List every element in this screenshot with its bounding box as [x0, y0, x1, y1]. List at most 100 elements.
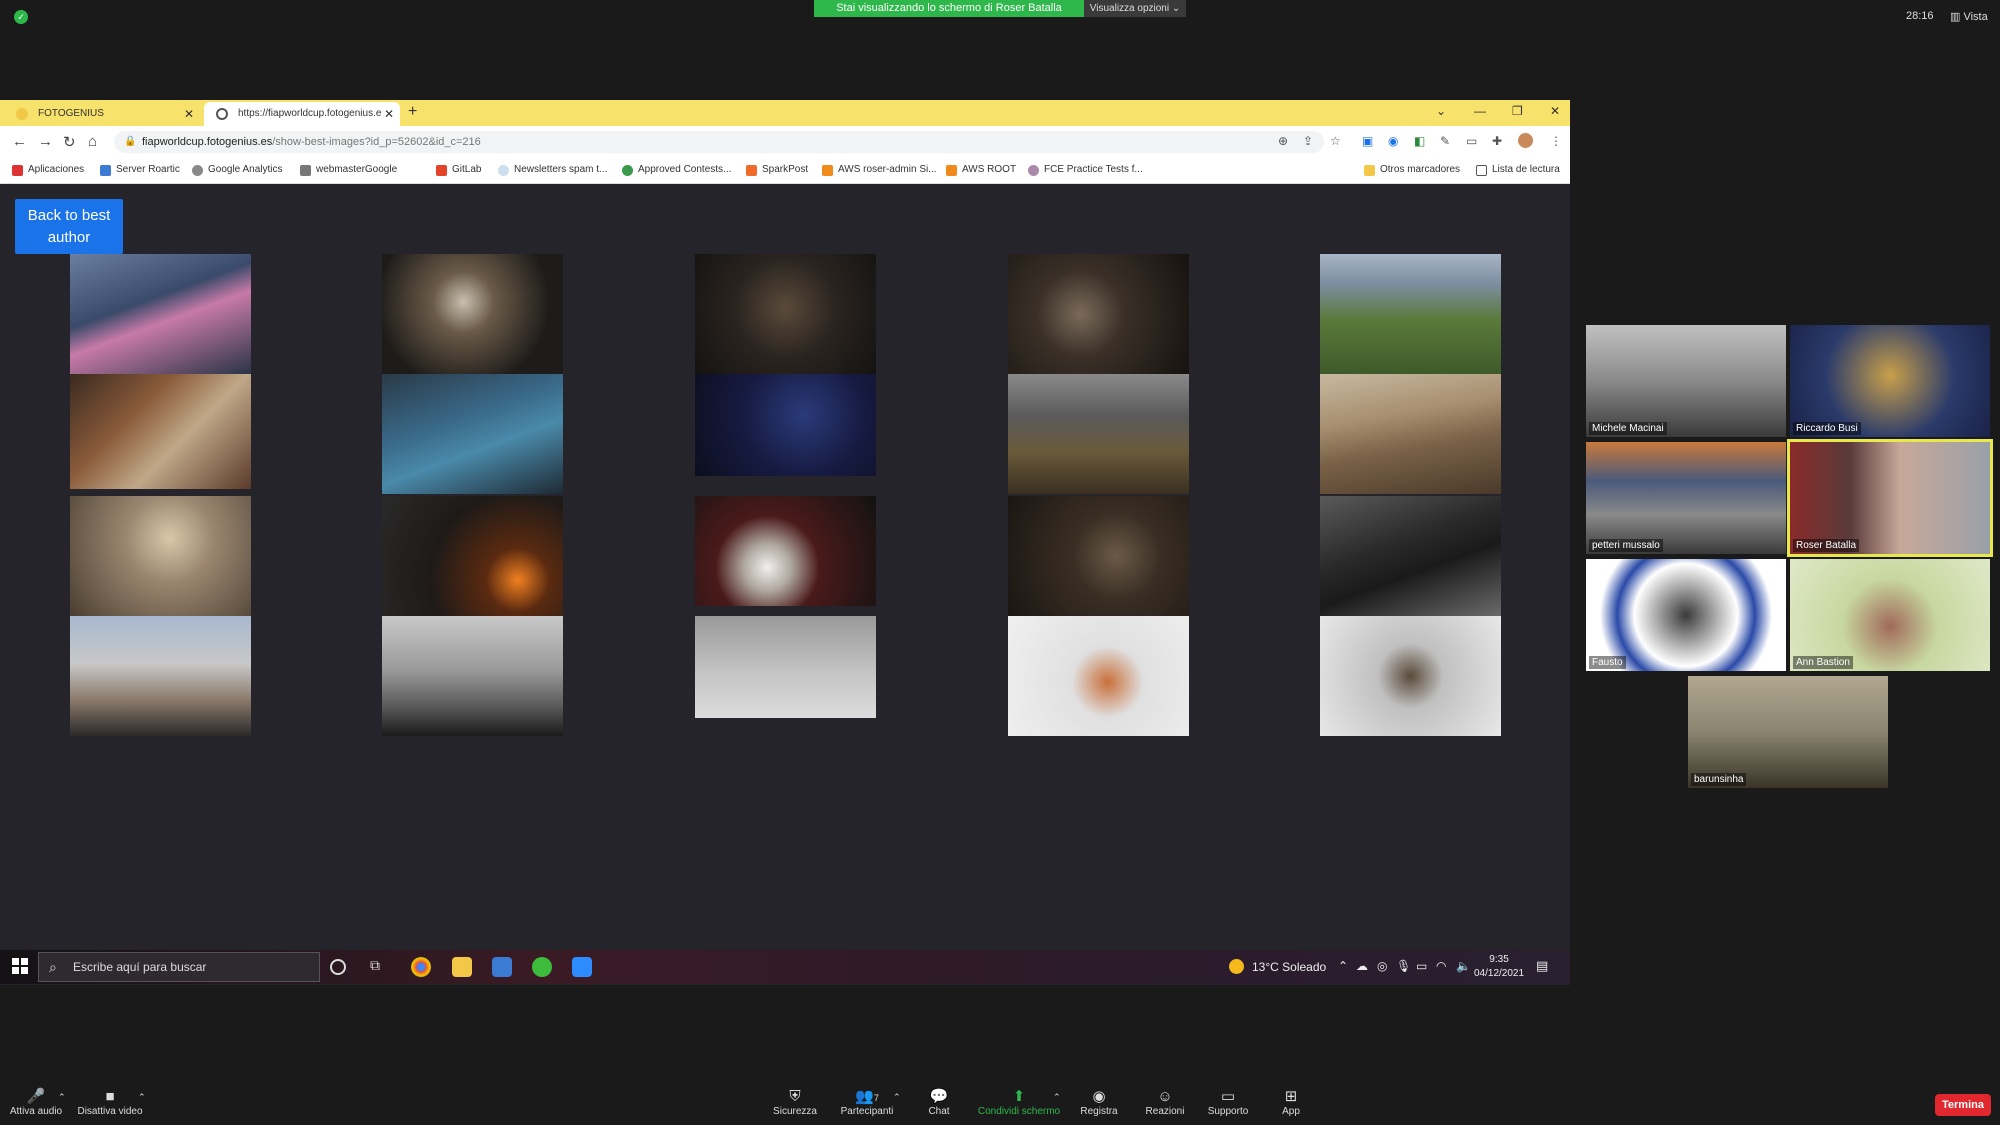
new-tab-plus-icon[interactable]: + [408, 103, 417, 121]
extension-icon[interactable]: ▣ [1362, 134, 1373, 148]
url-input[interactable]: 🔒 fiapworldcup.fotogenius.es/show-best-i… [114, 131, 1324, 153]
gallery-photo[interactable] [695, 374, 876, 476]
gallery-photo[interactable] [1320, 496, 1501, 616]
bookmark-aws-roser-admin[interactable]: AWS roser-admin Si... [822, 164, 937, 176]
tab-fiapworldcup[interactable]: https://fiapworldcup.fotogenius.e ✕ [204, 102, 400, 126]
gallery-photo[interactable] [1008, 254, 1189, 374]
back-to-best-author-button[interactable]: Back to best author [15, 199, 123, 254]
gallery-photo[interactable] [382, 616, 563, 736]
participant-tile[interactable]: Riccardo Busi [1790, 325, 1990, 437]
maximize-icon[interactable]: ❐ [1512, 104, 1523, 118]
url-path: /show-best-images?id_p=52602&id_c=216 [272, 136, 481, 148]
participant-name: Riccardo Busi [1793, 422, 1861, 435]
gallery-photo[interactable] [70, 254, 251, 374]
participant-tile[interactable]: Fausto [1586, 559, 1786, 671]
bookmark-webmaster-google[interactable]: webmasterGoogle [300, 164, 397, 176]
gallery-photo[interactable] [382, 374, 563, 494]
star-bookmark-icon[interactable]: ☆ [1330, 134, 1341, 148]
bookmark-gitlab[interactable]: GitLab [436, 164, 481, 176]
toolbar-label: Chat [928, 1106, 950, 1117]
battery-icon[interactable]: ▭ [1416, 959, 1427, 973]
bookmark-fce-practice[interactable]: FCE Practice Tests f... [1028, 164, 1143, 176]
gallery-photo[interactable] [382, 496, 563, 616]
chrome-icon[interactable] [411, 957, 431, 977]
gallery-photo[interactable] [695, 496, 876, 606]
participant-tile[interactable]: Ann Bastion [1790, 559, 1990, 671]
file-explorer-icon[interactable] [452, 957, 472, 977]
participant-tile[interactable]: barunsinha [1688, 676, 1888, 788]
close-window-icon[interactable]: ✕ [1550, 104, 1560, 118]
gallery-photo[interactable] [1008, 496, 1189, 616]
bookmark-aws-root[interactable]: AWS ROOT [946, 164, 1016, 176]
eyedropper-icon[interactable]: ✎ [1440, 134, 1450, 148]
home-icon[interactable]: ⌂ [88, 133, 97, 150]
close-icon[interactable]: ✕ [184, 102, 194, 126]
gallery-photo[interactable] [1008, 616, 1189, 736]
gallery-photo[interactable] [382, 254, 563, 374]
wifi-icon[interactable]: ◠ [1436, 959, 1446, 973]
app-icon[interactable] [532, 957, 552, 977]
more-menu-icon[interactable]: ⋮ [1550, 134, 1562, 148]
view-options-button[interactable]: Visualizza opzioni ⌄ [1084, 0, 1186, 17]
bookmark-apps[interactable]: Aplicaciones [12, 164, 84, 176]
view-button[interactable]: ▥ Vista [1950, 10, 1988, 23]
tray-chevron-icon[interactable]: ⌃ [1338, 959, 1348, 973]
bookmark-other-folder[interactable]: Otros marcadores [1364, 164, 1460, 176]
task-view-icon[interactable]: ⧉ [370, 957, 390, 977]
gallery-photo[interactable] [1320, 254, 1501, 374]
bookmark-approved-contests[interactable]: Approved Contests... [622, 164, 731, 176]
bookmark-sparkpost[interactable]: SparkPost [746, 164, 808, 176]
zoom-app-icon[interactable] [572, 957, 592, 977]
gallery-photo[interactable] [1008, 374, 1189, 494]
extension-icon[interactable]: ◧ [1414, 134, 1425, 148]
participant-tile-active-speaker[interactable]: Roser Batalla [1787, 439, 1993, 557]
bookmark-newsletters[interactable]: Newsletters spam t... [498, 164, 607, 176]
cortana-icon[interactable] [330, 959, 346, 975]
close-icon[interactable]: ✕ [384, 102, 394, 126]
taskbar-search-input[interactable]: ⌕ Escribe aquí para buscar [38, 952, 320, 982]
gallery-photo[interactable] [70, 496, 251, 616]
extension-icon[interactable]: ◉ [1388, 134, 1398, 148]
video-options-chevron-icon[interactable]: ⌃ [138, 1092, 146, 1103]
tab-search-chevron-icon[interactable]: ⌄ [1436, 104, 1446, 118]
bookmark-reading-list[interactable]: Lista de lectura [1476, 164, 1560, 176]
gallery-photo[interactable] [1320, 616, 1501, 736]
weather-text[interactable]: 13°C Soleado [1252, 960, 1326, 974]
app-icon[interactable] [492, 957, 512, 977]
cast-icon[interactable]: ▭ [1466, 134, 1477, 148]
gallery-photo[interactable] [695, 254, 876, 374]
participant-tile[interactable]: petteri mussalo [1586, 442, 1786, 554]
gallery-photo[interactable] [695, 616, 876, 718]
gallery-photo[interactable] [70, 616, 251, 736]
encryption-shield-icon[interactable]: ✓ [14, 10, 28, 24]
reload-icon[interactable]: ↻ [63, 133, 76, 151]
profile-avatar[interactable] [1518, 133, 1533, 148]
participant-tile[interactable]: Michele Macinai [1586, 325, 1786, 437]
volume-icon[interactable]: 🔈 [1456, 959, 1471, 973]
bookmark-server-roartic[interactable]: Server Roartic [100, 164, 180, 176]
share-screen-button[interactable]: ⬆ Condividi schermo [974, 1088, 1064, 1117]
gallery-photo[interactable] [1320, 374, 1501, 494]
back-arrow-icon[interactable]: ← [12, 133, 27, 150]
apps-button[interactable]: ⊞ App [1246, 1088, 1336, 1117]
meeting-timer: 28:16 [1906, 10, 1934, 22]
bookmark-google-analytics[interactable]: Google Analytics [192, 164, 283, 176]
onedrive-icon[interactable]: ☁ [1356, 959, 1368, 973]
chat-button[interactable]: 💬 Chat [894, 1088, 984, 1117]
microphone-icon[interactable]: 🎙 [1396, 959, 1411, 973]
forward-arrow-icon[interactable]: → [38, 133, 53, 150]
zoom-magnifier-icon[interactable]: ⊕ [1278, 134, 1288, 148]
minimize-icon[interactable]: — [1474, 104, 1486, 118]
clock-time: 9:35 [1489, 954, 1509, 965]
windows-start-icon[interactable] [12, 958, 28, 974]
gallery-photo[interactable] [70, 374, 251, 489]
share-icon[interactable]: ⇪ [1303, 134, 1313, 148]
puzzle-extensions-icon[interactable]: ✚ [1492, 134, 1502, 148]
tab-fotogenius[interactable]: FOTOGENIUS ✕ [4, 102, 200, 126]
search-placeholder: Escribe aquí para buscar [73, 960, 207, 974]
webcam-icon[interactable]: ◎ [1377, 959, 1387, 973]
weather-sun-icon[interactable] [1229, 959, 1244, 974]
end-meeting-button[interactable]: Termina [1935, 1094, 1991, 1116]
taskbar-clock[interactable]: 9:35 04/12/2021 [1474, 953, 1524, 981]
notifications-icon[interactable]: ▤ [1536, 958, 1548, 974]
